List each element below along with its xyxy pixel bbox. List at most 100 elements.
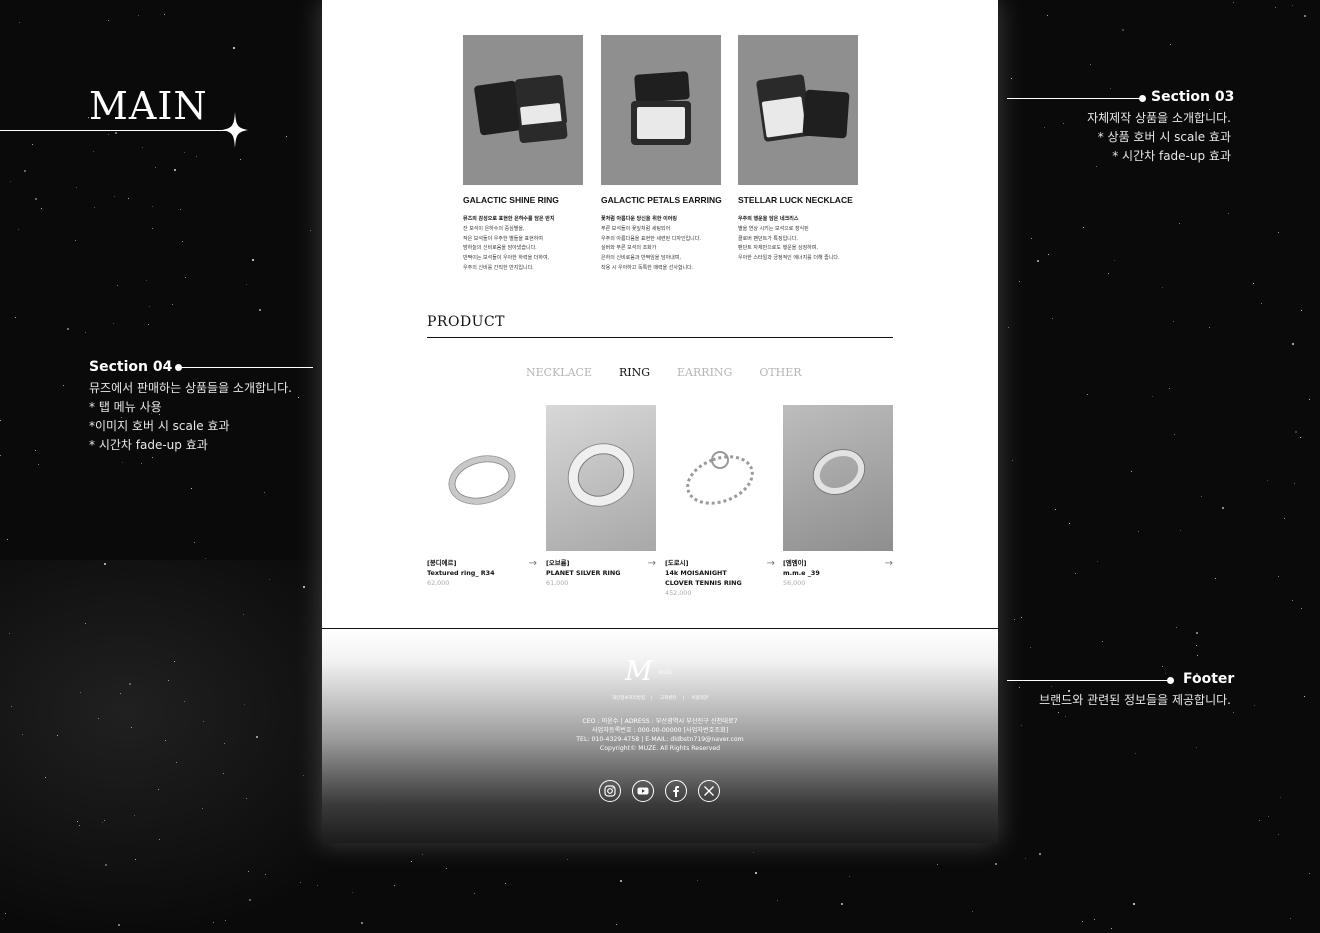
featured-desc-title: 우주의 행운을 담은 네크리스 bbox=[738, 216, 799, 222]
featured-desc-line: 반짝이는 보석들이 우아한 하력을 더하여, bbox=[463, 255, 550, 262]
footer-links: 개인정보처리방침 | 고객센터 | 이용약관 bbox=[611, 696, 709, 701]
tab-ring[interactable]: RING bbox=[619, 366, 650, 379]
product-image[interactable] bbox=[665, 405, 775, 551]
product-tabs: NECKLACE RING EARRING OTHER bbox=[526, 366, 802, 379]
footer-note-title: Footer bbox=[1183, 671, 1235, 687]
section04-line: * 시간차 fade-up 효과 bbox=[89, 438, 208, 452]
featured-desc-line: 푸른 보석들이 꽃잎처럼 세팅되어 bbox=[601, 225, 671, 232]
featured-desc-line: 팬던트 자체만으로도 행운을 상징하며, bbox=[738, 245, 818, 252]
featured-desc-line: 밤하늘의 신비로움을 담아냈습니다. bbox=[463, 245, 537, 252]
arrow-right-icon[interactable]: → bbox=[885, 558, 893, 569]
product-name: Textured ring_ R34 bbox=[427, 569, 495, 577]
footer-connector-dot bbox=[1167, 677, 1174, 684]
product-name: 14k MOISANIGHT CLOVER TENNIS RING bbox=[665, 569, 742, 587]
x-icon[interactable] bbox=[698, 780, 720, 802]
section04-description: 뮤즈에서 판매하는 상품들을 소개합니다. * 탭 메뉴 사용 *이미지 호버 … bbox=[89, 379, 292, 455]
facebook-icon[interactable] bbox=[665, 780, 687, 802]
footer-info-line: Copyright© MUZE. All Rights Reserved bbox=[599, 745, 721, 752]
featured-name: GALACTIC SHINE RING bbox=[463, 195, 559, 205]
section03-description: 자체제작 상품을 소개합니다. * 상품 호버 시 scale 효과 * 시간차… bbox=[1087, 109, 1231, 166]
section03-line: * 시간차 fade-up 효과 bbox=[1112, 149, 1231, 163]
featured-name: GALACTIC PETALS EARRING bbox=[601, 195, 722, 205]
featured-desc-line: 잔 보석이 은하수의 중심별을, bbox=[463, 225, 525, 232]
footer-connector-line bbox=[1007, 680, 1169, 681]
featured-desc-title: 뮤즈의 감성으로 표현한 은하수를 담은 반지 bbox=[463, 216, 555, 222]
main-title-underline bbox=[0, 130, 235, 131]
featured-desc-line: 실버와 푸른 보석의 조화가 bbox=[601, 245, 657, 252]
arrow-right-icon[interactable]: → bbox=[648, 558, 656, 569]
featured-desc-title: 꽃처럼 아름다운 당신을 위한 이어링 bbox=[601, 216, 677, 222]
footer-link-privacy[interactable]: 개인정보처리방침 bbox=[612, 696, 645, 701]
earring-box-image[interactable] bbox=[601, 35, 721, 185]
section03-line: 자체제작 상품을 소개합니다. bbox=[1087, 111, 1231, 125]
tab-other[interactable]: OTHER bbox=[759, 366, 801, 379]
featured-card[interactable]: GALACTIC SHINE RING 뮤즈의 감성으로 표현한 은하수를 담은… bbox=[463, 35, 583, 274]
section04-line: 뮤즈에서 판매하는 상품들을 소개합니다. bbox=[89, 381, 292, 395]
product-name: PLANET SILVER RING bbox=[546, 569, 621, 577]
product-image[interactable] bbox=[783, 405, 893, 551]
featured-description: 꽃처럼 아름다운 당신을 위한 이어링 푸른 보석들이 꽃잎처럼 세팅되어 우주… bbox=[601, 215, 721, 274]
site-footer: M MUZE 개인정보처리방침 | 고객센터 | 이용약관 CEO : 이윤수 | … bbox=[322, 628, 998, 843]
product-price: 61,000 bbox=[546, 579, 569, 587]
product-item[interactable]: [봉디에르] Textured ring_ R34 62,000 → bbox=[427, 405, 537, 588]
featured-desc-line: 클로버 팬던트가 특징입니다. bbox=[738, 235, 798, 242]
featured-desc-line: 은하의 신비로움과 반짝임을 담아내며, bbox=[601, 255, 681, 262]
necklace-box-image[interactable] bbox=[738, 35, 858, 185]
tab-necklace[interactable]: NECKLACE bbox=[526, 366, 592, 379]
footer-link-terms[interactable]: 이용약관 bbox=[692, 696, 709, 701]
featured-desc-line: 우주의 신비를 간직한 반지입니다. bbox=[463, 264, 534, 271]
youtube-icon[interactable] bbox=[632, 780, 654, 802]
product-brand: [봉디에르] bbox=[427, 559, 457, 567]
featured-card[interactable]: GALACTIC PETALS EARRING 꽃처럼 아름다운 당신을 위한 … bbox=[601, 35, 722, 274]
footer-note-line: 브랜드와 관련된 정보들을 제공합니다. bbox=[1039, 693, 1231, 707]
arrow-right-icon[interactable]: → bbox=[529, 558, 537, 569]
product-image[interactable] bbox=[427, 405, 537, 551]
product-brand: [오브륨] bbox=[546, 559, 570, 567]
product-image[interactable] bbox=[546, 405, 656, 551]
footer-info-line: CEO : 이윤수 | ADRESS : 부산광역시 부산진구 신천대로7 bbox=[582, 718, 738, 725]
featured-desc-line: 우주의 아름다움을 표현한 세련된 디자인입니다. bbox=[601, 235, 701, 242]
featured-card[interactable]: STELLAR LUCK NECKLACE 우주의 행운을 담은 네크리스 별을… bbox=[738, 35, 858, 264]
footer-company-info: CEO : 이윤수 | ADRESS : 부산광역시 부산진구 신천대로7 사업… bbox=[322, 717, 998, 753]
section04-title: Section 04 bbox=[89, 359, 173, 375]
footer-info-line: 사업자등록번호 : 000-00-00000 [사업자번호조회] bbox=[591, 727, 729, 734]
brand-logo-text: MUZE bbox=[659, 670, 673, 675]
product-item[interactable]: [오브륨] PLANET SILVER RING 61,000 → bbox=[546, 405, 656, 588]
product-title-divider bbox=[427, 337, 893, 338]
arrow-right-icon[interactable]: → bbox=[767, 558, 775, 569]
product-price: 56,000 bbox=[783, 579, 806, 587]
product-item[interactable]: [엠엠이] m.m.e _39 56,000 → bbox=[783, 405, 893, 588]
product-brand: [도로시] bbox=[665, 559, 689, 567]
section03-connector-line bbox=[1007, 98, 1141, 99]
product-brand: [엠엠이] bbox=[783, 559, 807, 567]
featured-name: STELLAR LUCK NECKLACE bbox=[738, 195, 853, 205]
section03-title: Section 03 bbox=[1151, 89, 1235, 105]
footer-info-line: TEL: 010-4329-4758 | E-MAIL: dldbstn719@… bbox=[576, 736, 744, 743]
social-links bbox=[599, 780, 720, 802]
featured-desc-line: 우아한 스타일과 긍정적인 에너지를 더해 줍니다. bbox=[738, 255, 840, 262]
section04-line: * 탭 메뉴 사용 bbox=[89, 400, 162, 414]
section04-line: *이미지 호버 시 scale 효과 bbox=[89, 419, 230, 433]
product-price: 62,000 bbox=[427, 579, 450, 587]
tab-earring[interactable]: EARRING bbox=[677, 366, 732, 379]
main-title: MAIN bbox=[89, 84, 208, 128]
section03-line: * 상품 호버 시 scale 효과 bbox=[1097, 130, 1231, 144]
product-name: m.m.e _39 bbox=[783, 569, 820, 577]
featured-desc-line: 착용 시 우아하고 독특한 매력을 선사합니다. bbox=[601, 264, 694, 271]
featured-description: 우주의 행운을 담은 네크리스 별을 연상 시키는 보석으로 장식된 클로버 팬… bbox=[738, 215, 858, 264]
section04-connector-line bbox=[180, 367, 313, 368]
featured-description: 뮤즈의 감성으로 표현한 은하수를 담은 반지 잔 보석이 은하수의 중심별을,… bbox=[463, 215, 583, 274]
featured-desc-line: 작은 보석들이 우주한 별들을 표현하여 bbox=[463, 235, 543, 242]
product-section-title: PRODUCT bbox=[427, 314, 506, 330]
sparkle-icon bbox=[222, 112, 248, 148]
product-item[interactable]: [도로시] 14k MOISANIGHT CLOVER TENNIS RING … bbox=[665, 405, 775, 598]
footer-note-description: 브랜드와 관련된 정보들을 제공합니다. bbox=[1039, 691, 1231, 710]
instagram-icon[interactable] bbox=[599, 780, 621, 802]
product-price: 452,000 bbox=[665, 589, 692, 597]
brand-logo[interactable]: M bbox=[625, 656, 653, 687]
featured-desc-line: 별을 연상 시키는 보석으로 장식된 bbox=[738, 225, 809, 232]
section03-connector-dot bbox=[1139, 95, 1146, 102]
website-mockup: GALACTIC SHINE RING 뮤즈의 감성으로 표현한 은하수를 담은… bbox=[322, 0, 998, 843]
ring-box-image[interactable] bbox=[463, 35, 583, 185]
footer-link-support[interactable]: 고객센터 bbox=[660, 696, 677, 701]
